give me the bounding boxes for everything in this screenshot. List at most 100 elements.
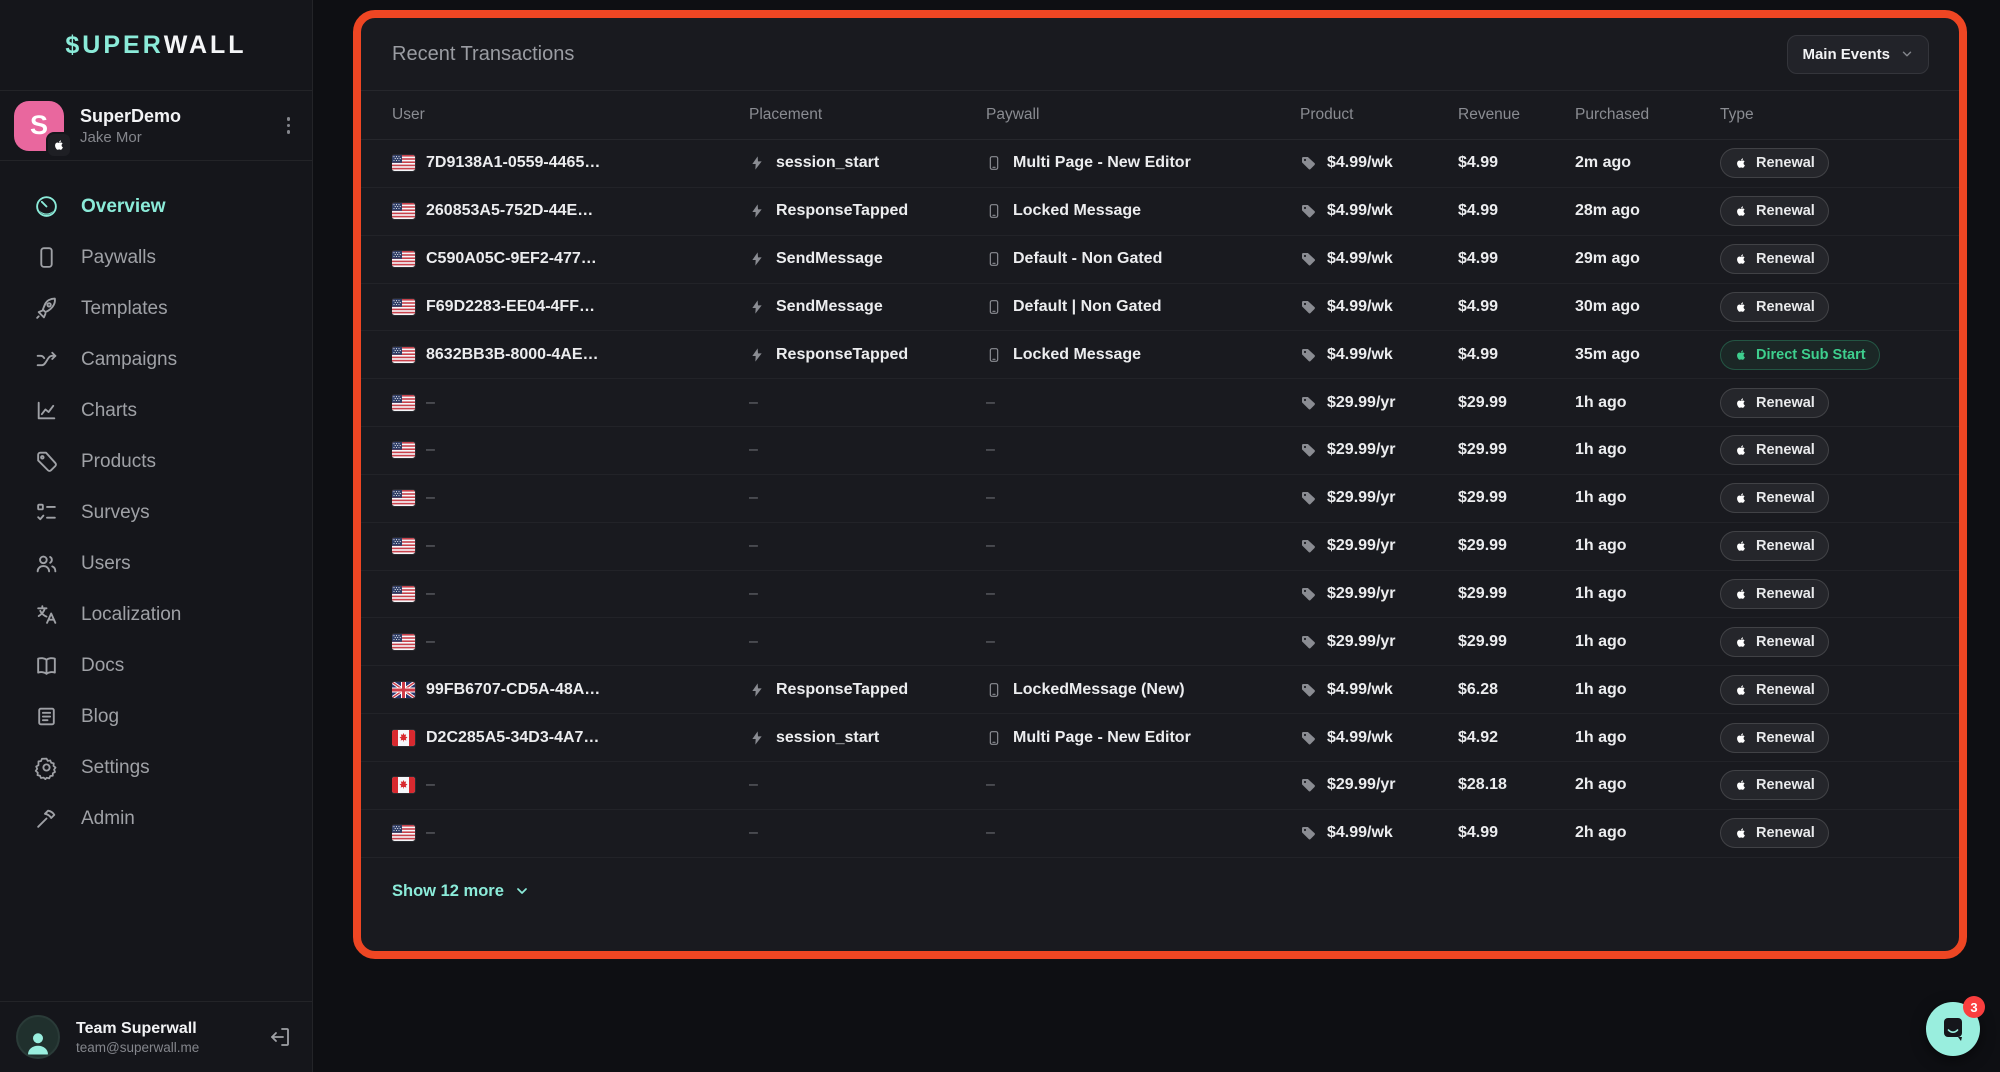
sidebar-item-overview[interactable]: Overview — [0, 181, 312, 232]
revenue-amount: $4.99 — [1458, 298, 1498, 316]
apple-icon — [1734, 635, 1748, 649]
price-tag-icon — [1300, 634, 1316, 650]
sidebar-item-charts[interactable]: Charts — [0, 385, 312, 436]
product-price: $4.99/wk — [1327, 250, 1393, 268]
cell-purchased: 1h ago — [1575, 681, 1720, 699]
logo-accent-text: $UPER — [65, 31, 163, 60]
cell-type: Direct Sub Start — [1720, 340, 1959, 370]
cell-product: $29.99/yr — [1300, 537, 1458, 555]
apple-icon — [1734, 491, 1748, 505]
cell-user: 260853A5-752D-44E… — [392, 202, 749, 220]
translate-icon — [34, 602, 59, 627]
placement-name: session_start — [776, 729, 879, 747]
lightning-icon — [749, 203, 765, 219]
cell-type: Renewal — [1720, 531, 1959, 561]
cell-placement: – — [749, 394, 986, 412]
sidebar-item-admin[interactable]: Admin — [0, 793, 312, 844]
main-events-dropdown[interactable]: Main Events — [1787, 35, 1929, 74]
price-tag-icon — [1300, 490, 1316, 506]
sidebar-item-settings[interactable]: Settings — [0, 742, 312, 793]
lightning-icon — [749, 299, 765, 315]
sidebar-item-campaigns[interactable]: Campaigns — [0, 334, 312, 385]
table-row[interactable]: D2C285A5-34D3-4A7… session_start Multi P… — [361, 714, 1959, 762]
country-flag-icon — [392, 203, 415, 219]
workspace-meta: SuperDemo Jake Mor — [80, 105, 263, 147]
paywall-name: Multi Page - New Editor — [1013, 154, 1191, 172]
country-flag-icon — [392, 155, 415, 171]
country-flag-icon — [392, 682, 415, 698]
transactions-table-body: 7D9138A1-0559-4465… session_start Multi … — [361, 140, 1959, 858]
country-flag-icon — [392, 251, 415, 267]
sidebar-item-users[interactable]: Users — [0, 538, 312, 589]
table-row[interactable]: – – – $29.99/yr $29.99 1h ago — [361, 379, 1959, 427]
placement-name: – — [749, 585, 758, 603]
table-row[interactable]: 8632BB3B-8000-4AE… ResponseTapped Locked… — [361, 331, 1959, 379]
table-row[interactable]: – – – $29.99/yr $29.99 1h ago — [361, 475, 1959, 523]
user-id: – — [426, 776, 435, 794]
user-id: – — [426, 537, 435, 555]
table-row[interactable]: – – – $29.99/yr $29.99 1h ago — [361, 571, 1959, 619]
apple-icon — [1734, 826, 1748, 840]
sidebar-item-templates[interactable]: Templates — [0, 283, 312, 334]
cell-type: Renewal — [1720, 627, 1959, 657]
table-row[interactable]: – – – $29.99/yr $28.18 2h ago — [361, 762, 1959, 810]
paywall-name: – — [986, 824, 995, 842]
logout-icon[interactable] — [268, 1025, 292, 1049]
table-row[interactable]: – – – $29.99/yr $29.99 1h ago — [361, 618, 1959, 666]
cell-product: $4.99/wk — [1300, 298, 1458, 316]
placement-name: ResponseTapped — [776, 681, 908, 699]
transaction-type-badge: Direct Sub Start — [1720, 340, 1880, 370]
cell-user: – — [392, 824, 749, 842]
apple-platform-icon — [46, 132, 72, 158]
table-row[interactable]: C590A05C-9EF2-477… SendMessage Default -… — [361, 236, 1959, 284]
cell-placement: SendMessage — [749, 250, 986, 268]
product-price: $29.99/yr — [1327, 489, 1396, 507]
paywall-name: – — [986, 441, 995, 459]
sidebar-item-surveys[interactable]: Surveys — [0, 487, 312, 538]
table-row[interactable]: 7D9138A1-0559-4465… session_start Multi … — [361, 140, 1959, 188]
table-row[interactable]: – – – $4.99/wk $4.99 2h ago — [361, 810, 1959, 858]
country-flag-icon — [392, 442, 415, 458]
product-price: $29.99/yr — [1327, 441, 1396, 459]
table-row[interactable]: – – – $29.99/yr $29.99 1h ago — [361, 523, 1959, 571]
type-label: Renewal — [1756, 586, 1815, 602]
cell-revenue: $4.99 — [1458, 824, 1575, 842]
sidebar: $UPERWALL S SuperDemo Jake Mor Overview … — [0, 0, 313, 1072]
product-price: $29.99/yr — [1327, 537, 1396, 555]
cell-user: C590A05C-9EF2-477… — [392, 250, 749, 268]
branch-icon — [34, 347, 59, 372]
sidebar-item-label: Overview — [81, 196, 166, 218]
apple-icon — [1734, 539, 1748, 553]
cell-product: $29.99/yr — [1300, 489, 1458, 507]
sidebar-item-label: Docs — [81, 655, 124, 677]
cell-revenue: $4.92 — [1458, 729, 1575, 747]
purchased-time: 2h ago — [1575, 776, 1627, 794]
sidebar-item-docs[interactable]: Docs — [0, 640, 312, 691]
product-price: $29.99/yr — [1327, 776, 1396, 794]
cell-revenue: $4.99 — [1458, 298, 1575, 316]
workspace-menu-icon[interactable] — [279, 113, 299, 138]
sidebar-item-blog[interactable]: Blog — [0, 691, 312, 742]
apple-icon — [1734, 731, 1748, 745]
chat-launcher-button[interactable]: 3 — [1926, 1002, 1980, 1056]
cell-paywall: – — [986, 441, 1300, 459]
type-label: Renewal — [1756, 634, 1815, 650]
table-row[interactable]: 99FB6707-CD5A-48A… ResponseTapped Locked… — [361, 666, 1959, 714]
book-icon — [34, 653, 59, 678]
cell-type: Renewal — [1720, 770, 1959, 800]
table-row[interactable]: F69D2283-EE04-4FF… SendMessage Default |… — [361, 284, 1959, 332]
sidebar-item-paywalls[interactable]: Paywalls — [0, 232, 312, 283]
workspace-switcher[interactable]: S SuperDemo Jake Mor — [0, 90, 312, 161]
cell-placement: – — [749, 441, 986, 459]
show-more-button[interactable]: Show 12 more — [361, 858, 1959, 901]
cell-product: $29.99/yr — [1300, 441, 1458, 459]
cell-user: – — [392, 441, 749, 459]
sidebar-item-products[interactable]: Products — [0, 436, 312, 487]
revenue-amount: $29.99 — [1458, 489, 1507, 507]
table-row[interactable]: 260853A5-752D-44E… ResponseTapped Locked… — [361, 188, 1959, 236]
table-row[interactable]: – – – $29.99/yr $29.99 1h ago — [361, 427, 1959, 475]
users-icon — [34, 551, 59, 576]
cell-user: 99FB6707-CD5A-48A… — [392, 681, 749, 699]
sidebar-item-localization[interactable]: Localization — [0, 589, 312, 640]
cell-placement: – — [749, 633, 986, 651]
